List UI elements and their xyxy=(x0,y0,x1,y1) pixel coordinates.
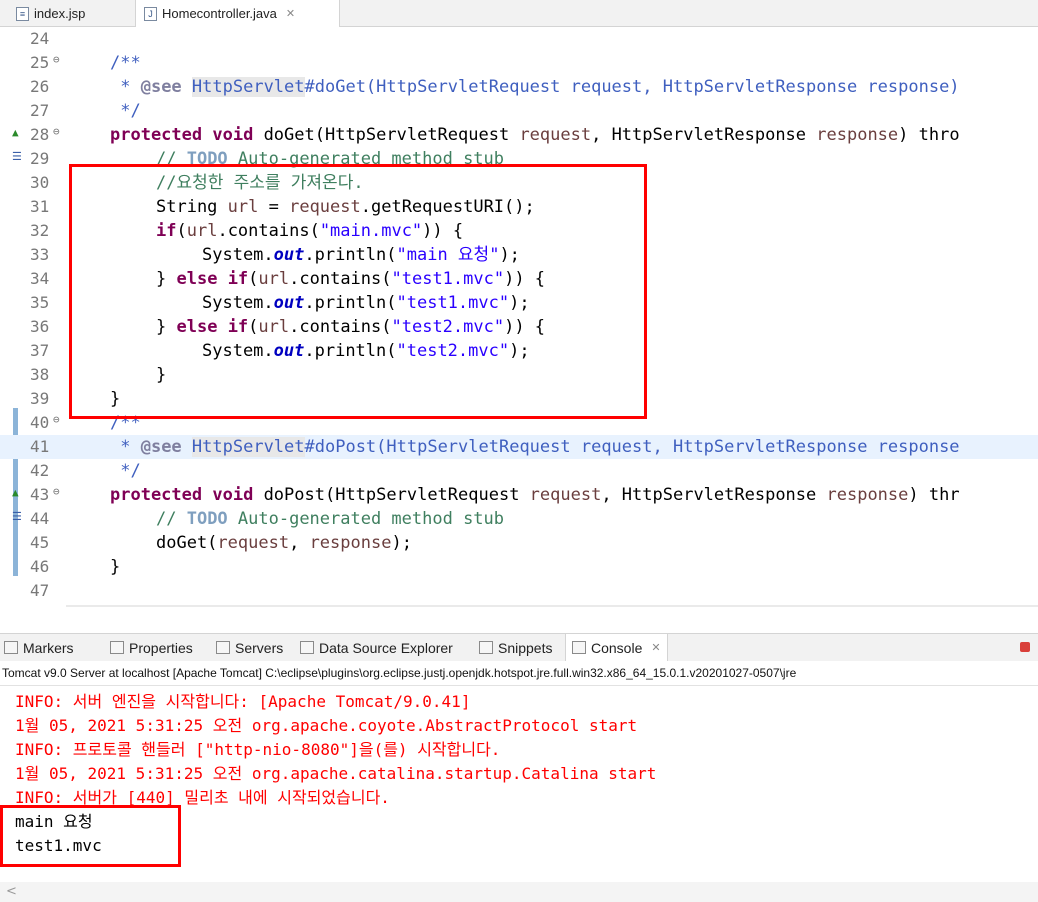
code-line: ▲ 28 ⊖ protected void doGet(HttpServletRequ… xyxy=(0,123,1038,147)
close-icon[interactable]: ✕ xyxy=(651,641,660,654)
fold-icon[interactable]: ⊖ xyxy=(53,408,60,432)
console-line: INFO: 서버 엔진을 시작합니다: [Apache Tomcat/9.0.4… xyxy=(15,692,471,711)
code-line: 38} xyxy=(30,365,167,385)
tab-console[interactable]: Console ✕ xyxy=(565,634,668,661)
editor-tab-bar: ≡ index.jsp J Homecontroller.java ✕ xyxy=(0,0,1038,27)
tab-servers[interactable]: Servers xyxy=(216,634,283,661)
console-line: 1월 05, 2021 5:31:25 오전 org.apache.catali… xyxy=(15,764,657,783)
console-process-label: Tomcat v9.0 Server at localhost [Apache … xyxy=(0,661,1038,686)
code-line: ☰ 44// TODO Auto-generated method stub xyxy=(0,507,1038,531)
code-line: 47 xyxy=(30,581,50,600)
scroll-left-icon[interactable]: < xyxy=(70,605,81,607)
console-line: INFO: 프로토콜 핸들러 ["http-nio-8080"]을(를) 시작합… xyxy=(15,740,501,759)
code-line: 26 * @see HttpServlet#doGet(HttpServletR… xyxy=(30,77,960,97)
task-marker-icon[interactable]: ☰ xyxy=(12,145,22,169)
snippets-icon xyxy=(479,641,493,654)
fold-icon[interactable]: ⊖ xyxy=(53,480,60,504)
code-line: 30//요청한 주소를 가져온다. xyxy=(30,173,364,193)
code-line: 45 doGet(request, response); xyxy=(30,533,412,553)
properties-icon xyxy=(110,641,124,654)
tab-data-source-explorer[interactable]: Data Source Explorer xyxy=(300,634,453,661)
code-line-current: 41 * @see HttpServlet#doPost(HttpServlet… xyxy=(0,435,1038,459)
editor-horizontal-scrollbar[interactable]: < xyxy=(66,605,1038,607)
console-line: INFO: 서버가 [440] 밀리초 내에 시작되었습니다. xyxy=(15,788,390,807)
fold-icon[interactable]: ⊖ xyxy=(53,48,60,72)
markers-icon xyxy=(4,641,18,654)
task-marker-icon[interactable]: ☰ xyxy=(12,505,22,529)
code-line: 32 if(url.contains("main.mvc")) { xyxy=(30,221,464,241)
code-line: 25 ⊖/** xyxy=(0,51,1038,75)
code-line: 46} xyxy=(30,557,121,577)
override-marker-icon[interactable]: ▲ xyxy=(12,481,19,505)
console-output[interactable]: INFO: 서버 엔진을 시작합니다: [Apache Tomcat/9.0.4… xyxy=(0,686,1038,882)
code-line: 39} xyxy=(30,389,121,409)
code-line: 36} else if(url.contains("test2.mvc")) { xyxy=(30,317,546,337)
tab-homecontroller-java[interactable]: J Homecontroller.java ✕ xyxy=(135,0,340,27)
tab-label: index.jsp xyxy=(34,6,86,21)
data-source-icon xyxy=(300,641,314,654)
jsp-file-icon: ≡ xyxy=(16,6,29,21)
code-line: 24 xyxy=(30,29,50,48)
console-line: main 요청 xyxy=(15,812,93,831)
console-horizontal-scrollbar[interactable]: < xyxy=(0,882,1038,902)
code-line: 35 System.out.println("test1.mvc"); xyxy=(30,293,530,313)
override-marker-icon[interactable]: ▲ xyxy=(12,121,19,145)
console-line: test1.mvc xyxy=(15,836,102,855)
tab-index-jsp[interactable]: ≡ index.jsp xyxy=(8,0,118,27)
view-tab-bar: Markers Properties Servers Data Source E… xyxy=(0,633,1038,661)
console-line: 1월 05, 2021 5:31:25 오전 org.apache.coyote… xyxy=(15,716,638,735)
tab-markers[interactable]: Markers xyxy=(4,634,74,661)
tab-label: Homecontroller.java xyxy=(162,6,277,21)
servers-icon xyxy=(216,641,230,654)
code-line: 37 System.out.println("test2.mvc"); xyxy=(30,341,530,361)
tab-properties[interactable]: Properties xyxy=(110,634,193,661)
code-editor[interactable]: 24 25 ⊖/** 26 * @see HttpServlet#doGet(Ht… xyxy=(0,27,1038,607)
code-line: 34} else if(url.contains("test1.mvc")) { xyxy=(30,269,546,289)
code-line: 27 */ xyxy=(30,101,141,121)
scroll-left-icon[interactable]: < xyxy=(6,882,17,902)
java-file-icon: J xyxy=(144,6,157,21)
code-line: ☰ 29// TODO Auto-generated method stub xyxy=(0,147,1038,171)
code-line: 42 */ xyxy=(30,461,141,481)
code-line: 40 ⊖/** xyxy=(0,411,1038,435)
code-line: ▲ 43 ⊖ protected void doPost(HttpServletReq… xyxy=(0,483,1038,507)
code-line: 31 String url = request.getRequestURI(); xyxy=(30,197,535,217)
fold-icon[interactable]: ⊖ xyxy=(53,120,60,144)
terminate-icon[interactable] xyxy=(1020,642,1030,652)
tab-snippets[interactable]: Snippets xyxy=(479,634,552,661)
console-icon xyxy=(572,641,586,654)
code-line: 33 System.out.println("main 요청"); xyxy=(30,245,520,265)
close-icon[interactable]: ✕ xyxy=(286,7,295,20)
